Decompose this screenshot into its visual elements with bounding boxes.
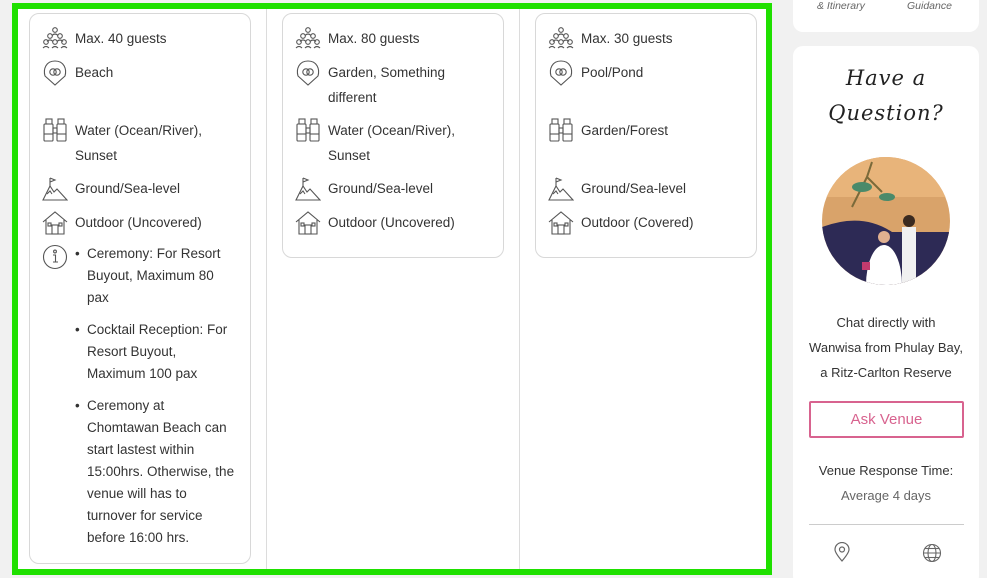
feature-view: Water (Ocean/River), Sunset — [42, 118, 238, 168]
mountain-icon — [42, 176, 68, 202]
feature-text: Ground/Sea-level — [581, 181, 687, 196]
heading-line-2: Question? — [828, 101, 944, 125]
notes-list: Ceremony: For Resort Buyout, Maximum 80 … — [75, 243, 238, 559]
venue-spaces-panel: Max. 40 guests Beach Water (Ocean/River)… — [12, 3, 772, 575]
list-item: Ceremony: For Resort Buyout, Maximum 80 … — [75, 243, 238, 309]
venue-space-card-3: Max. 30 guests Pool/Pond Garden/Forest G… — [535, 13, 757, 258]
nav-guidance-link[interactable]: Guidance — [907, 0, 952, 12]
feature-text: Outdoor (Covered) — [581, 215, 694, 230]
feature-text: Ground/Sea-level — [75, 181, 181, 196]
location-icon[interactable] — [832, 541, 852, 562]
feature-text: Ground/Sea-level — [328, 181, 434, 196]
feature-level: Ground/Sea-level — [548, 176, 744, 202]
guests-icon — [295, 26, 321, 52]
ask-question-card: Have a Question? Chat directly with Wanw… — [793, 46, 979, 578]
ask-venue-button[interactable]: Ask Venue — [809, 401, 964, 438]
list-item: Ceremony at Chomtawan Beach can start la… — [75, 395, 238, 549]
feature-text: Outdoor (Uncovered) — [328, 215, 455, 230]
list-item: Cocktail Reception: For Resort Buyout, M… — [75, 319, 238, 385]
binoculars-icon — [42, 118, 68, 144]
column-divider — [519, 9, 520, 569]
divider — [809, 524, 964, 525]
feature-text: Outdoor (Uncovered) — [75, 215, 202, 230]
feature-view: Garden/Forest — [548, 118, 744, 168]
venue-space-card-1: Max. 40 guests Beach Water (Ocean/River)… — [29, 13, 251, 564]
feature-text: Garden, Something different — [328, 65, 446, 105]
binoculars-icon — [548, 118, 574, 144]
feature-text: Water (Ocean/River), Sunset — [328, 123, 456, 163]
feature-text: Garden/Forest — [581, 123, 669, 138]
feature-level: Ground/Sea-level — [42, 176, 238, 202]
binoculars-icon — [295, 118, 321, 144]
feature-cover: Outdoor (Covered) — [548, 210, 744, 236]
heading-line-1: Have a — [845, 66, 927, 90]
rings-icon — [295, 60, 321, 86]
chat-line-3: a Ritz-Carlton Reserve — [820, 365, 952, 380]
feature-setting: Pool/Pond — [548, 60, 744, 110]
avatar — [822, 157, 950, 285]
feature-level: Ground/Sea-level — [295, 176, 491, 202]
house-icon — [548, 210, 574, 236]
house-icon — [295, 210, 321, 236]
guests-icon — [548, 26, 574, 52]
feature-capacity: Max. 40 guests — [42, 26, 238, 52]
mountain-icon — [295, 176, 321, 202]
nav-itinerary-link[interactable]: & Itinerary — [817, 0, 865, 12]
chat-line-2: Wanwisa from Phulay Bay, — [809, 340, 963, 355]
feature-text: Max. 80 guests — [328, 31, 420, 46]
feature-capacity: Max. 30 guests — [548, 26, 744, 52]
feature-cover: Outdoor (Uncovered) — [42, 210, 238, 236]
feature-capacity: Max. 80 guests — [295, 26, 491, 52]
globe-icon[interactable] — [922, 543, 942, 563]
rings-icon — [548, 60, 574, 86]
chat-line-1: Chat directly with — [836, 315, 936, 330]
feature-text: Max. 40 guests — [75, 31, 167, 46]
feature-text: Pool/Pond — [581, 65, 644, 80]
feature-setting: Garden, Something different — [295, 60, 491, 110]
feature-text: Water (Ocean/River), Sunset — [75, 123, 203, 163]
info-icon — [42, 244, 68, 270]
feature-text: Max. 30 guests — [581, 31, 673, 46]
rings-icon — [42, 60, 68, 86]
guests-icon — [42, 26, 68, 52]
column-divider — [266, 9, 267, 569]
page: & Itinerary Guidance Max. 40 guests Beac… — [0, 0, 987, 578]
feature-cover: Outdoor (Uncovered) — [295, 210, 491, 236]
feature-view: Water (Ocean/River), Sunset — [295, 118, 491, 168]
feature-setting: Beach — [42, 60, 238, 110]
mountain-icon — [548, 176, 574, 202]
response-time-value: Average 4 days — [840, 488, 932, 503]
feature-text: Beach — [75, 65, 114, 80]
planning-nav-card: & Itinerary Guidance — [793, 0, 979, 32]
venue-space-card-2: Max. 80 guests Garden, Something differe… — [282, 13, 504, 258]
response-time-label: Venue Response Time: — [818, 463, 954, 478]
feature-notes: Ceremony: For Resort Buyout, Maximum 80 … — [42, 243, 238, 559]
house-icon — [42, 210, 68, 236]
